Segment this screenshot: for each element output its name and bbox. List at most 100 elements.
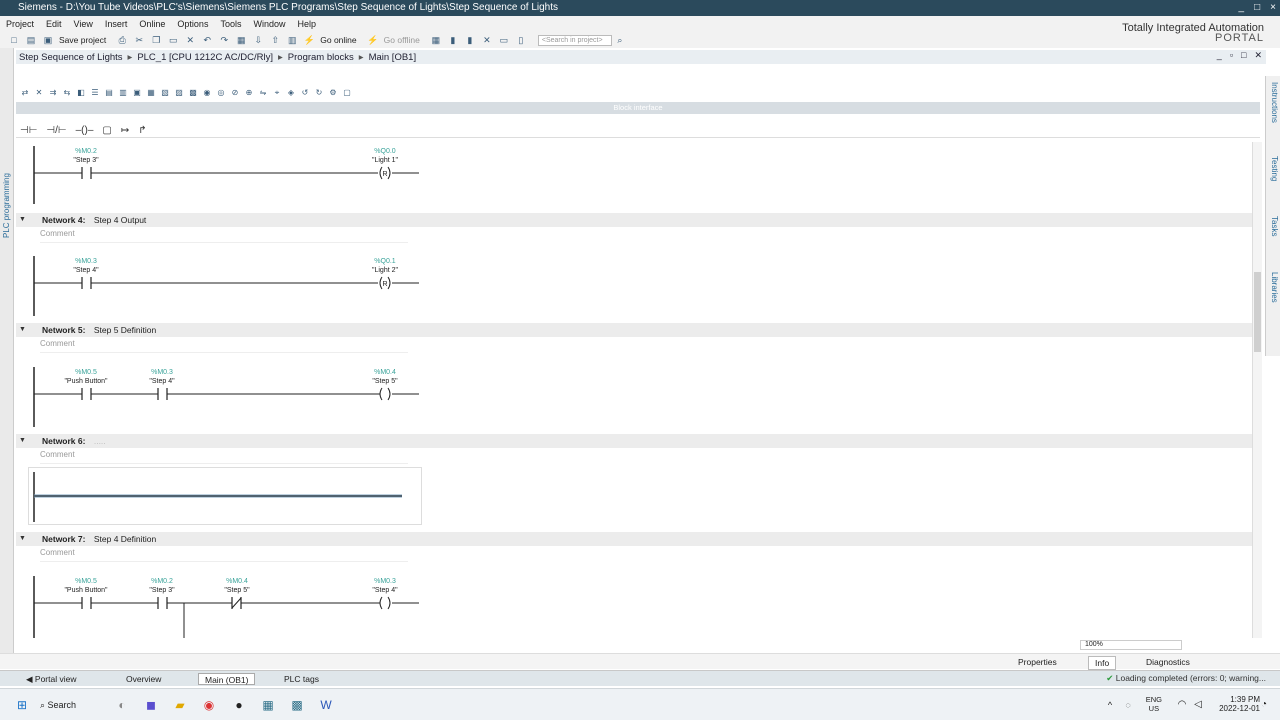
- nc-contact-icon[interactable]: ⊣/⊢: [46, 125, 66, 136]
- network-7-header[interactable]: ▼ Network 7: Step 4 Definition: [16, 532, 1252, 546]
- menu-view[interactable]: View: [74, 19, 93, 29]
- step-icon[interactable]: ↺: [300, 88, 310, 98]
- connect-icon[interactable]: ⇉: [48, 88, 58, 98]
- collapse-icon[interactable]: ▤: [104, 88, 114, 98]
- contact-address[interactable]: %M0.2: [75, 148, 97, 155]
- menu-insert[interactable]: Insert: [105, 19, 128, 29]
- menu-project[interactable]: Project: [6, 19, 34, 29]
- editor-vertical-scrollbar[interactable]: [1252, 142, 1262, 638]
- collapse-triangle-icon[interactable]: ▼: [19, 434, 26, 448]
- block-view-icon[interactable]: ▩: [188, 88, 198, 98]
- go-online-icon[interactable]: ⚡: [303, 34, 315, 46]
- expand-icon[interactable]: ▥: [118, 88, 128, 98]
- accessible-devices-icon[interactable]: ▦: [430, 34, 442, 46]
- instructions-tab[interactable]: Instructions: [1270, 82, 1279, 123]
- editor-minimize-icon[interactable]: _: [1217, 50, 1222, 61]
- compile-icon[interactable]: ▦: [235, 34, 247, 46]
- settings-icon[interactable]: ⚙: [328, 88, 338, 98]
- delete-icon[interactable]: ✕: [184, 34, 196, 46]
- clock[interactable]: 1:39 PM 2022-12-01: [1219, 695, 1260, 713]
- overview-tab[interactable]: Overview: [120, 673, 167, 685]
- editor-close-icon[interactable]: ✕: [1254, 50, 1262, 61]
- new-project-icon[interactable]: □: [8, 34, 20, 46]
- no-contact-icon[interactable]: ⊣⊢: [20, 125, 37, 136]
- empty-box-icon[interactable]: ▢: [102, 125, 111, 136]
- save-icon[interactable]: ▣: [42, 34, 54, 46]
- language-indicator[interactable]: ENG US: [1146, 695, 1162, 713]
- network-3-ladder[interactable]: R %M0.2 "Step 3" %Q0.0 "Light 1": [32, 146, 432, 206]
- collapse-triangle-icon[interactable]: ▼: [19, 323, 26, 337]
- contact-address[interactable]: %M0.4: [226, 578, 248, 585]
- breakpoint-icon[interactable]: ◈: [286, 88, 296, 98]
- file-explorer-icon[interactable]: ▰: [172, 697, 188, 713]
- go-online-button[interactable]: Go online: [320, 35, 356, 45]
- task-view-icon[interactable]: ◐: [114, 697, 130, 713]
- libraries-tab[interactable]: Libraries: [1270, 272, 1279, 303]
- plcsim-icon[interactable]: ▩: [289, 697, 305, 713]
- menu-online[interactable]: Online: [139, 19, 165, 29]
- block-interface-bar[interactable]: Block interface: [16, 102, 1260, 114]
- network-6-ladder[interactable]: [28, 467, 424, 527]
- testing-tab[interactable]: Testing: [1270, 156, 1279, 181]
- editor-restore-icon[interactable]: ▫: [1230, 50, 1233, 61]
- extra-icon[interactable]: ▢: [342, 88, 352, 98]
- contact-address[interactable]: %M0.2: [151, 578, 173, 585]
- network-5-title[interactable]: Step 5 Definition: [94, 325, 156, 335]
- tasks-tab[interactable]: Tasks: [1270, 216, 1279, 236]
- menu-tools[interactable]: Tools: [220, 19, 241, 29]
- breadcrumb-project[interactable]: Step Sequence of Lights: [19, 52, 123, 63]
- close-branch-icon[interactable]: ↱: [138, 125, 146, 136]
- network-5-ladder[interactable]: %M0.5 "Push Button" %M0.3 "Step 4" %M0.4…: [32, 367, 432, 429]
- coil-symbol[interactable]: "Light 2": [372, 267, 399, 274]
- diagnostics-tab[interactable]: Diagnostics: [1140, 656, 1196, 668]
- insert-network-icon[interactable]: ⇄: [20, 88, 30, 98]
- absolute-operands-icon[interactable]: ▣: [132, 88, 142, 98]
- network-6-comment[interactable]: Comment: [40, 450, 408, 464]
- copy-icon[interactable]: ❐: [150, 34, 162, 46]
- step-back-icon[interactable]: ↻: [314, 88, 324, 98]
- menu-window[interactable]: Window: [253, 19, 285, 29]
- open-branch-icon[interactable]: ↦: [121, 125, 129, 136]
- comments-icon[interactable]: ▧: [160, 88, 170, 98]
- coil-symbol[interactable]: "Light 1": [372, 157, 399, 164]
- paste-icon[interactable]: ▭: [167, 34, 179, 46]
- volume-icon[interactable]: ◁: [1190, 697, 1206, 713]
- contact-symbol[interactable]: "Step 4": [73, 267, 99, 274]
- ladder-editor[interactable]: R %M0.2 "Step 3" %Q0.0 "Light 1" ▼ Netwo…: [16, 142, 1252, 638]
- taskbar-search[interactable]: ⌕ Search: [40, 697, 100, 713]
- networks-overview-icon[interactable]: ▦: [146, 88, 156, 98]
- portal-view-button[interactable]: ◀ Portal view: [20, 673, 82, 685]
- undo-icon[interactable]: ↶: [201, 34, 213, 46]
- contact-symbol[interactable]: "Push Button": [64, 587, 108, 594]
- split-horizontal-icon[interactable]: ▭: [498, 34, 510, 46]
- modify-icon[interactable]: ◎: [216, 88, 226, 98]
- save-project-button[interactable]: Save project: [59, 35, 106, 45]
- coil-address[interactable]: %Q0.1: [374, 258, 396, 265]
- wifi-icon[interactable]: ◠: [1174, 697, 1190, 713]
- list-icon[interactable]: ☰: [90, 88, 100, 98]
- redo-icon[interactable]: ↷: [218, 34, 230, 46]
- collapse-triangle-icon[interactable]: ▼: [19, 213, 26, 227]
- monitor-icon[interactable]: ◉: [202, 88, 212, 98]
- word-icon[interactable]: W: [318, 697, 334, 713]
- network-7-comment[interactable]: Comment: [40, 548, 408, 562]
- contact-symbol[interactable]: "Push Button": [64, 378, 108, 385]
- contact-address[interactable]: %M0.3: [75, 258, 97, 265]
- collapse-triangle-icon[interactable]: ▼: [19, 532, 26, 546]
- stop-cpu-icon[interactable]: ▮: [464, 34, 476, 46]
- properties-tab[interactable]: Properties: [1012, 656, 1063, 668]
- chat-icon[interactable]: ◼: [143, 697, 159, 713]
- close-button[interactable]: ×: [1270, 0, 1276, 16]
- network-5-header[interactable]: ▼ Network 5: Step 5 Definition: [16, 323, 1252, 337]
- coil-address[interactable]: %Q0.0: [374, 148, 396, 155]
- network-5-comment[interactable]: Comment: [40, 339, 408, 353]
- contact-address[interactable]: %M0.5: [75, 578, 97, 585]
- search-project-input[interactable]: <Search in project>: [537, 34, 612, 46]
- start-cpu-icon[interactable]: ▮: [447, 34, 459, 46]
- coil-icon[interactable]: –()–: [76, 125, 94, 136]
- minimize-button[interactable]: _: [1239, 0, 1245, 16]
- coil-address[interactable]: %M0.3: [374, 578, 396, 585]
- plc-programming-tab[interactable]: PLC programming: [2, 173, 11, 238]
- print-icon[interactable]: ⎙: [116, 34, 128, 46]
- breadcrumb-plc[interactable]: PLC_1 [CPU 1212C AC/DC/Rly]: [137, 52, 273, 63]
